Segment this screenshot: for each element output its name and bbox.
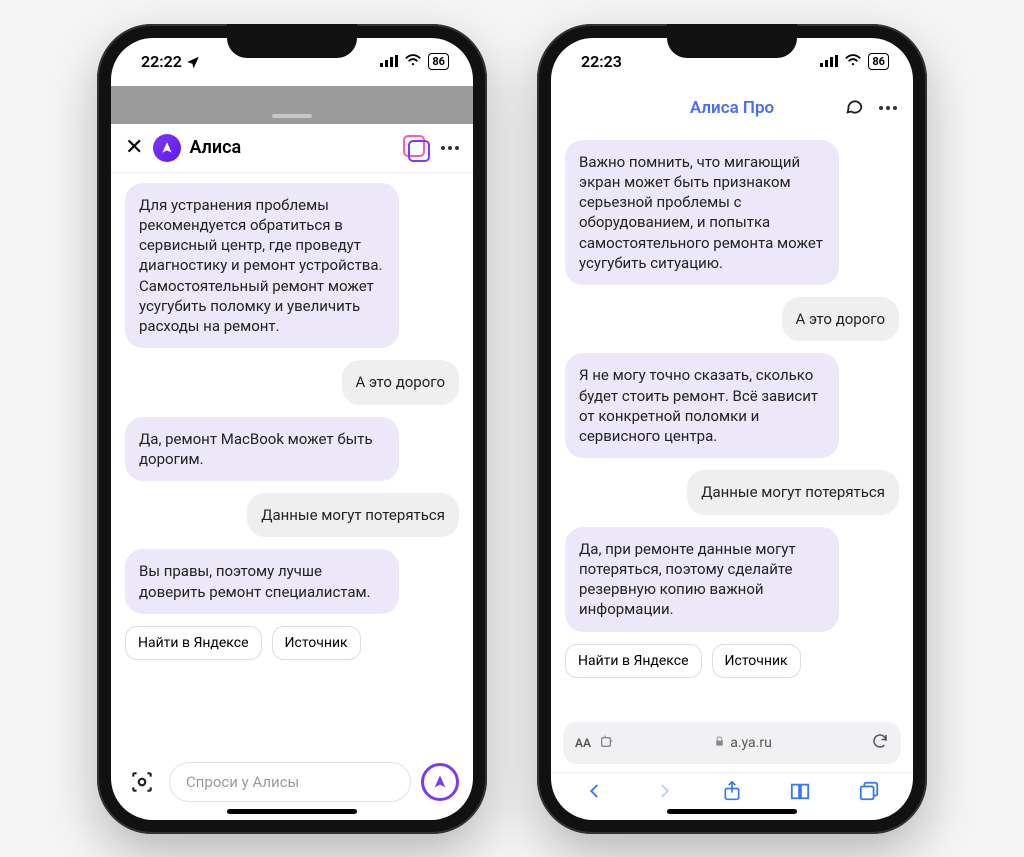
notch: [227, 24, 357, 58]
bot-message: Да, при ремонте данные могут потеряться,…: [565, 527, 839, 632]
chat-body[interactable]: Для устранения проблемы рекомендуется об…: [111, 173, 473, 752]
chat-body[interactable]: Важно помнить, что мигающий экран может …: [551, 130, 913, 714]
more-icon[interactable]: [441, 146, 459, 150]
reader-mode-icon[interactable]: AA: [575, 736, 591, 750]
home-indicator[interactable]: [667, 809, 797, 814]
notch: [667, 24, 797, 58]
lock-icon: [714, 735, 725, 751]
gallery-icon[interactable]: [405, 137, 427, 159]
chip-source[interactable]: Источник: [712, 644, 801, 678]
chat-bubble-icon[interactable]: [843, 95, 865, 121]
user-message: Данные могут потеряться: [687, 470, 899, 514]
wifi-icon: [404, 52, 422, 71]
chat-header: Алиса Про: [551, 86, 913, 130]
safari-url-bar[interactable]: AA a.ya.ru: [563, 722, 901, 764]
chip-search-yandex[interactable]: Найти в Яндексе: [565, 644, 702, 678]
battery-icon: 86: [428, 53, 449, 70]
lens-icon[interactable]: [125, 765, 159, 799]
wifi-icon: [844, 52, 862, 71]
bot-message: Для устранения проблемы рекомендуется об…: [125, 183, 399, 349]
screen: 22:22 86 ✕: [111, 38, 473, 820]
close-icon[interactable]: ✕: [125, 135, 143, 160]
share-icon[interactable]: [719, 780, 745, 806]
sheet-handle[interactable]: [272, 114, 312, 118]
screen: 22:23 86 Алиса Про: [551, 38, 913, 820]
reload-icon[interactable]: [871, 732, 889, 754]
alisa-voice-button[interactable]: [421, 763, 459, 801]
battery-icon: 86: [868, 53, 889, 70]
chip-source[interactable]: Источник: [272, 626, 361, 660]
back-icon[interactable]: [582, 782, 608, 804]
sheet-backdrop: [111, 86, 473, 124]
chat-header: ✕ Алиса: [111, 124, 473, 173]
extensions-icon[interactable]: [599, 733, 615, 753]
chat-title[interactable]: Алиса Про: [690, 98, 774, 118]
home-indicator[interactable]: [227, 809, 357, 814]
status-time: 22:22: [141, 52, 182, 71]
cellular-icon: [820, 52, 838, 71]
user-message: Данные могут потеряться: [247, 493, 459, 537]
phone-right: 22:23 86 Алиса Про: [537, 24, 927, 834]
suggestion-chips: Найти в Яндексе Источник: [125, 626, 361, 660]
message-input[interactable]: Спроси у Алисы: [169, 762, 411, 802]
cellular-icon: [380, 52, 398, 71]
forward-icon[interactable]: [651, 782, 677, 804]
suggestion-chips: Найти в Яндексе Источник: [565, 644, 801, 678]
alisa-avatar-icon: [153, 134, 181, 162]
bot-message: Я не могу точно сказать, сколько будет с…: [565, 353, 839, 458]
bot-message: Да, ремонт MacBook может быть дорогим.: [125, 417, 399, 482]
bot-message: Важно помнить, что мигающий экран может …: [565, 140, 839, 286]
chat-title: Алиса: [189, 137, 241, 158]
user-message: А это дорого: [782, 297, 899, 341]
tabs-icon[interactable]: [856, 780, 882, 806]
bookmarks-icon[interactable]: [787, 781, 813, 805]
url-domain: a.ya.ru: [730, 735, 772, 751]
location-icon: [186, 55, 200, 69]
chip-search-yandex[interactable]: Найти в Яндексе: [125, 626, 262, 660]
bot-message: Вы правы, поэтому лучше доверить ремонт …: [125, 549, 399, 614]
user-message: А это дорого: [342, 360, 459, 404]
status-time: 22:23: [581, 52, 622, 71]
phone-left: 22:22 86 ✕: [97, 24, 487, 834]
more-icon[interactable]: [879, 106, 897, 110]
